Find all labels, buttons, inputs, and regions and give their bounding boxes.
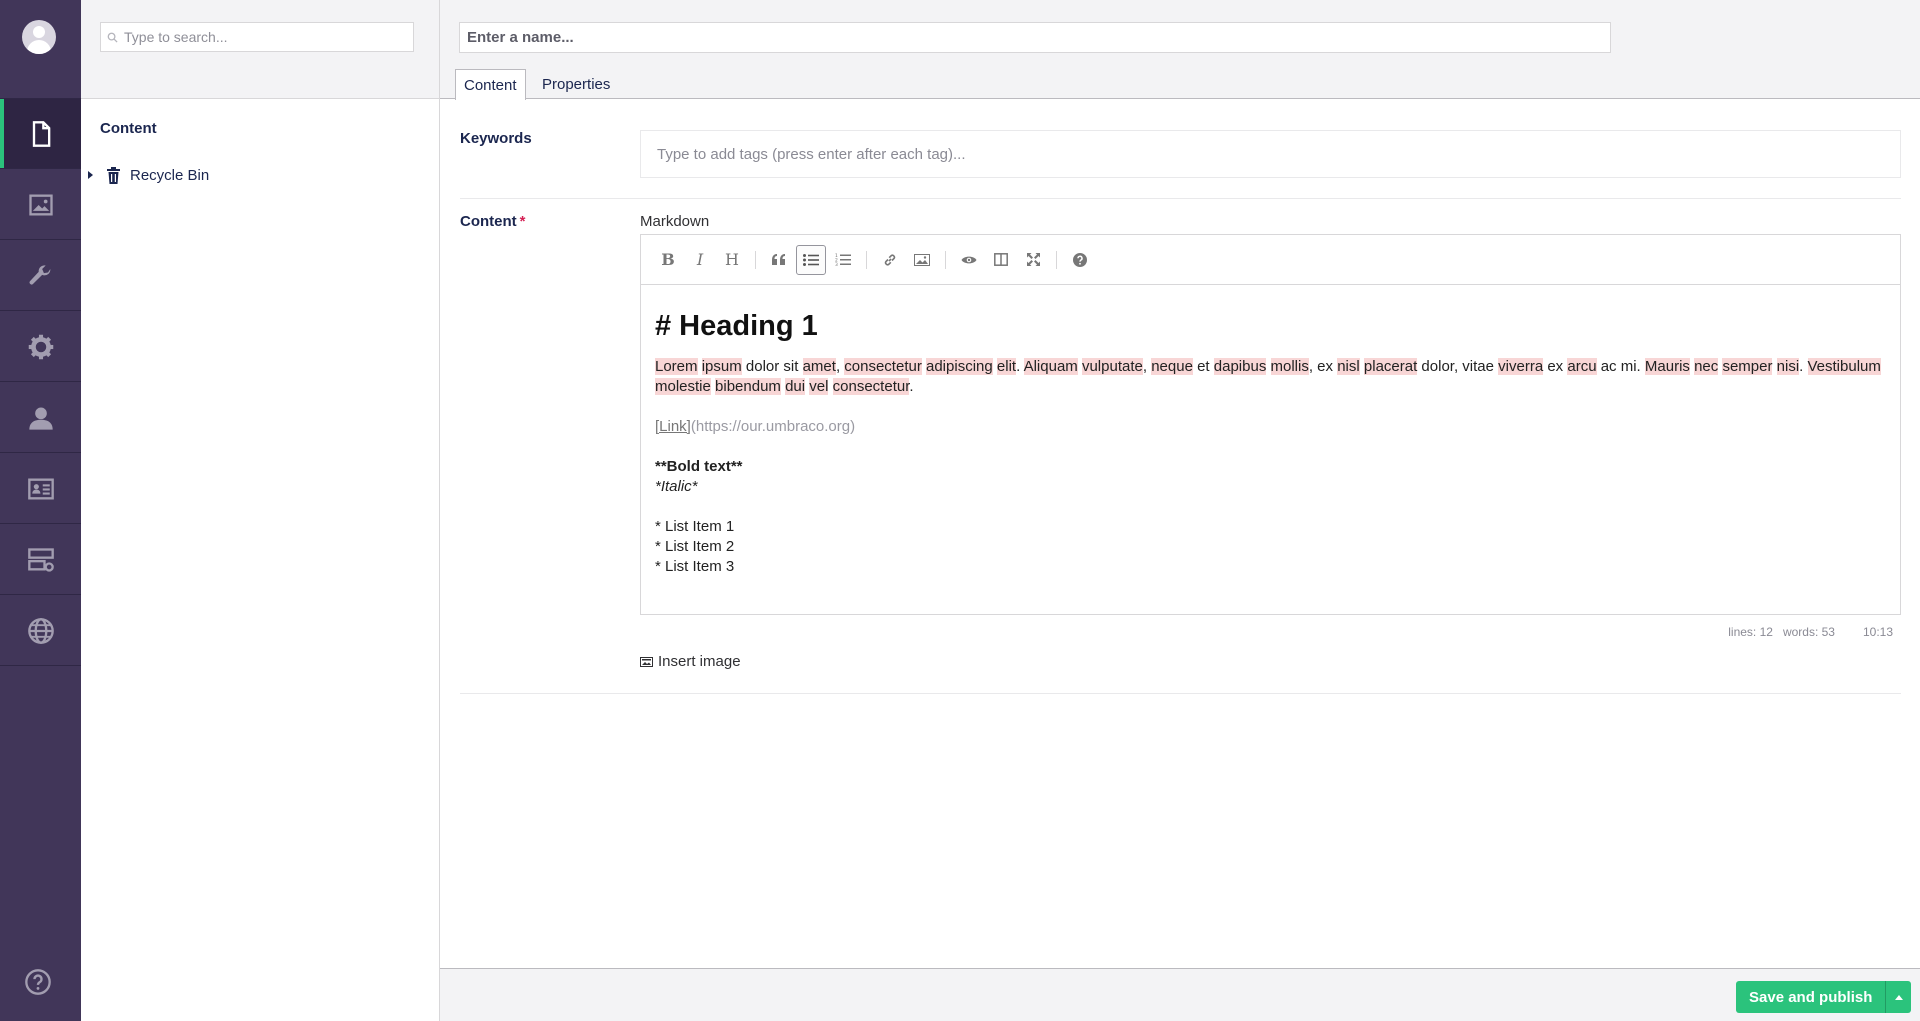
eye-icon[interactable] <box>954 245 984 275</box>
editor-footer: Save and publish <box>440 968 1920 1021</box>
section-content[interactable] <box>0 99 81 169</box>
insert-image-button[interactable]: Insert image <box>640 653 741 670</box>
tree-search[interactable] <box>100 22 414 52</box>
section-media[interactable] <box>0 170 81 240</box>
app-navigation <box>0 0 81 1021</box>
markdown-link-line: [Link](https://our.umbraco.org) <box>655 417 1886 437</box>
caret-right-icon[interactable] <box>88 171 93 179</box>
image-icon <box>28 194 53 215</box>
markdown-list-item: * List Item 1 <box>655 518 735 535</box>
unordered-list-icon[interactable] <box>796 244 826 275</box>
document-icon <box>32 120 50 147</box>
id-card-icon <box>27 478 54 499</box>
save-and-publish-group: Save and publish <box>1736 981 1912 1013</box>
required-marker: * <box>519 213 526 230</box>
keywords-label: Keywords <box>460 130 532 147</box>
section-users[interactable] <box>0 383 81 453</box>
save-and-publish-button[interactable]: Save and publish <box>1736 981 1886 1013</box>
columns-icon[interactable] <box>986 245 1016 275</box>
markdown-list-item: * List Item 3 <box>655 558 735 575</box>
heading-icon[interactable]: H <box>717 245 747 275</box>
link-icon[interactable] <box>875 245 905 275</box>
toolbar-separator <box>945 250 946 269</box>
gear-icon <box>28 334 53 359</box>
quote-icon[interactable] <box>764 245 794 275</box>
divider <box>460 198 1901 199</box>
section-settings[interactable] <box>0 241 81 311</box>
tab-properties[interactable]: Properties <box>534 69 618 100</box>
content-tree: Content Recycle Bin <box>81 0 440 1021</box>
svg-text:3: 3 <box>835 262 838 266</box>
markdown-statusbar: lines: 12 words: 53 10:13 <box>640 625 1901 639</box>
tree-node-recycle-bin[interactable]: Recycle Bin <box>81 162 209 188</box>
editor-header: Content Properties <box>440 0 1920 101</box>
bold-icon[interactable]: B <box>653 245 683 275</box>
markdown-editor-title: Markdown <box>640 213 710 230</box>
node-name-input[interactable] <box>459 22 1611 53</box>
wrench-icon <box>29 264 50 285</box>
appnav-header <box>0 0 81 99</box>
image-icon[interactable] <box>907 245 937 275</box>
markdown-list-item: * List Item 2 <box>655 538 735 555</box>
tree-node-label: Recycle Bin <box>130 166 210 184</box>
toolbar-separator <box>866 250 867 269</box>
tree-root-title[interactable]: Content <box>100 120 157 137</box>
status-cursor: 10:13 <box>1862 625 1893 639</box>
markdown-bold-line: **Bold text** <box>655 458 743 475</box>
search-icon <box>107 32 118 43</box>
ordered-list-icon[interactable]: 123 <box>828 245 858 275</box>
italic-icon[interactable]: I <box>685 245 715 275</box>
status-words: words: 53 <box>1782 625 1835 639</box>
avatar[interactable] <box>22 20 56 54</box>
markdown-toolbar: B I H 123 <box>641 235 1900 285</box>
toolbar-separator <box>1056 250 1057 269</box>
markdown-italic-line: *Italic* <box>655 478 698 495</box>
section-packages[interactable] <box>0 312 81 382</box>
help-icon[interactable] <box>24 968 52 996</box>
section-forms[interactable] <box>0 525 81 595</box>
toolbar-separator <box>755 250 756 269</box>
tags-placeholder: Type to add tags (press enter after each… <box>657 145 966 163</box>
content-label: Content * <box>460 213 526 230</box>
user-icon <box>28 407 53 430</box>
status-lines: lines: 12 <box>1728 625 1773 639</box>
markdown-editor[interactable]: B I H 123 # Heading 1 Lorem ipsum dolor … <box>640 234 1901 615</box>
server-icon <box>27 547 54 572</box>
image-icon <box>640 656 653 667</box>
markdown-text-area[interactable]: # Heading 1 Lorem ipsum dolor sit amet, … <box>641 285 1900 601</box>
tags-input[interactable]: Type to add tags (press enter after each… <box>640 130 1901 178</box>
fullscreen-icon[interactable] <box>1018 245 1048 275</box>
caret-up-icon <box>1894 994 1903 1000</box>
section-members[interactable] <box>0 454 81 524</box>
globe-icon <box>27 617 54 644</box>
divider <box>460 693 1901 694</box>
markdown-paragraph: Lorem ipsum dolor sit amet, consectetur … <box>655 358 1881 395</box>
insert-image-label: Insert image <box>658 653 741 670</box>
markdown-link-text: [Link] <box>655 418 691 435</box>
markdown-link-url: (https://our.umbraco.org) <box>690 418 856 435</box>
publish-options-button[interactable] <box>1885 981 1912 1013</box>
tree-header <box>81 0 439 99</box>
editor-content: Keywords Type to add tags (press enter a… <box>440 100 1920 968</box>
tab-content[interactable]: Content <box>455 69 526 101</box>
markdown-heading: # Heading 1 <box>655 310 818 342</box>
content-label-text: Content <box>460 213 517 230</box>
tree-search-input[interactable] <box>124 29 404 45</box>
trash-icon <box>107 166 120 184</box>
help-icon[interactable] <box>1065 245 1095 275</box>
section-translation[interactable] <box>0 596 81 666</box>
